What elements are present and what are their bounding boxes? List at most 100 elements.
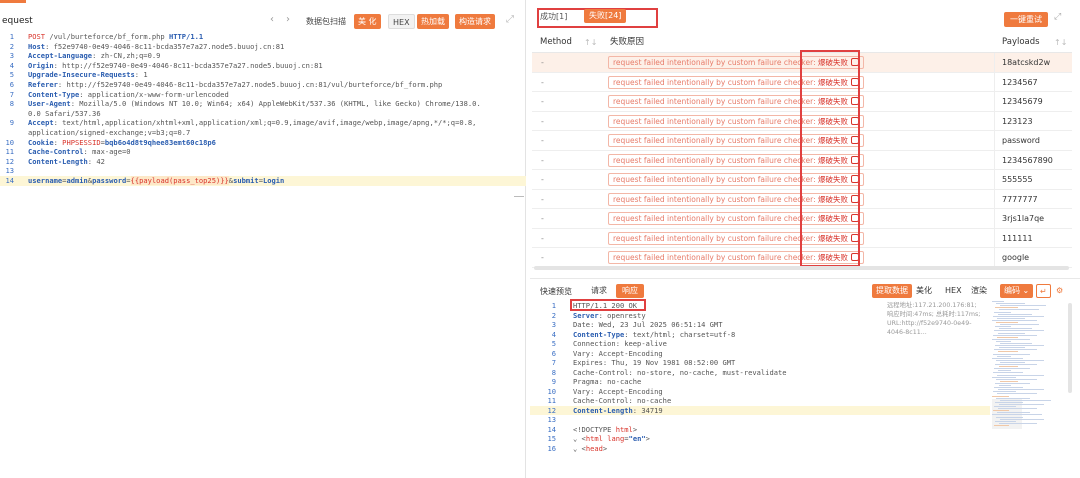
code-text: Vary: Accept-Encoding [573, 348, 663, 358]
vertical-scrollbar[interactable] [1068, 303, 1072, 393]
line-number: 14 [547, 424, 556, 434]
code-text: application/signed-exchange;v=b3;q=0.7 [28, 127, 191, 137]
request-editor[interactable]: 1 POST /vul/burteforce/bf_form.php HTTP/1… [0, 32, 526, 186]
method-cell: - [541, 116, 544, 126]
code-line: 10 Cookie: PHPSESSID=bqb6o4d8t9qhee83emt6… [0, 138, 526, 148]
code-text: Connection: keep-alive [573, 339, 667, 348]
payload-cell: google [1002, 253, 1030, 262]
hex-button[interactable]: HEX [941, 284, 966, 298]
code-line: 0.0 Safari/537.36 [0, 109, 526, 119]
next-arrow-icon[interactable]: › [286, 14, 290, 25]
code-line: 12 Content-Length: 42 [0, 157, 526, 167]
line-number: 5 [551, 339, 556, 348]
build-request-button[interactable]: 构造请求 [455, 14, 495, 29]
expand-icon[interactable]: ⤢ [1054, 12, 1061, 22]
preview-label: 快速预览 [540, 287, 572, 296]
wrap-icon[interactable]: ↵ [1036, 284, 1051, 298]
code-line: 7 Expires: Thu, 19 Nov 1981 08:52:00 GMT [530, 358, 990, 368]
render-button[interactable]: 渲染 [967, 284, 991, 298]
method-cell: - [541, 58, 544, 67]
line-number: 5 [9, 70, 14, 80]
tab-success[interactable]: 成功[1] [540, 11, 567, 22]
code-text: Content-Length: 34719 [573, 405, 663, 415]
tab-request[interactable]: 请求 [585, 284, 613, 298]
code-line: 7 Content-Type: application/x-www-form-ur… [0, 90, 526, 100]
code-text: Server: openresty [573, 310, 646, 320]
code-line: 1 POST /vul/burteforce/bf_form.php HTTP/1… [0, 32, 526, 42]
code-text: ⌄ <html lang="en"> [573, 434, 650, 443]
line-number: 13 [547, 415, 556, 424]
method-cell: - [541, 253, 544, 262]
line-number: 12 [547, 405, 556, 415]
beautify-button[interactable]: 美化 [912, 284, 936, 298]
line-number: 15 [547, 434, 556, 443]
sort-icon[interactable]: ↑↓ [1054, 32, 1067, 53]
code-text: 0.0 Safari/537.36 [28, 108, 101, 118]
result-tabs: 成功[1] 失败[24] 一键重试 ⤢ [530, 8, 1080, 30]
code-text: Date: Wed, 23 Jul 2025 06:51:14 GMT [573, 320, 723, 329]
beautify-button[interactable]: 美 化 [354, 14, 381, 29]
code-text: Host: f52e9740-0e49-4046-8c11-bcda357e7a… [28, 41, 285, 51]
line-number: 6 [551, 348, 556, 358]
response-meta: 远程地址:117.21.200.176:81; 响应时间:47ms; 总耗时:1… [887, 302, 981, 336]
line-number: 6 [9, 79, 14, 89]
code-line: application/signed-exchange;v=b3;q=0.7 [0, 128, 526, 138]
method-cell: - [541, 97, 544, 106]
line-number: 16 [547, 443, 556, 453]
expand-icon[interactable]: ⤢ [506, 14, 514, 25]
line-number: 11 [547, 396, 556, 405]
prev-arrow-icon[interactable]: ‹ [270, 14, 274, 25]
code-line: 11 Cache-Control: no-cache [530, 396, 990, 406]
column-header-payloads[interactable]: Payloads [1002, 32, 1040, 53]
gear-icon[interactable]: ⚙ [1052, 284, 1067, 298]
code-line: 6 Referer: http://f52e9740-0e49-4046-8c11… [0, 80, 526, 90]
code-line: 4 Origin: http://f52e9740-0e49-4046-8c11-… [0, 61, 526, 71]
column-header-reason[interactable]: 失败原因 [610, 32, 644, 53]
tab-response[interactable]: 响应 [616, 284, 644, 298]
horizontal-scrollbar[interactable] [534, 266, 1069, 270]
code-text: Expires: Thu, 19 Nov 1981 08:52:00 GMT [573, 358, 736, 367]
code-text: Referer: http://f52e9740-0e49-4046-8c11-… [28, 79, 443, 89]
code-line: 3 Accept-Language: zh-CN,zh;q=0.9 [0, 51, 526, 61]
code-line: 5 Connection: keep-alive [530, 339, 990, 349]
column-header-method[interactable]: Method [540, 32, 572, 53]
sort-icon[interactable]: ↑↓ [584, 32, 597, 53]
results-panel: 成功[1] 失败[24] 一键重试 ⤢ Method ↑↓ 失败原因 Paylo… [530, 0, 1080, 478]
code-text: POST /vul/burteforce/bf_form.php HTTP/1.… [28, 32, 204, 41]
code-text: Upgrade-Insecure-Requests: 1 [28, 70, 148, 80]
payload-cell: 7777777 [1002, 194, 1038, 204]
code-line: 12 Content-Length: 34719 [530, 405, 990, 415]
line-number: 3 [551, 320, 556, 329]
method-cell: - [541, 233, 544, 243]
code-line: 2 Host: f52e9740-0e49-4046-8c11-bcda357e7… [0, 42, 526, 52]
packet-scan-button[interactable]: 数据包扫描 [302, 14, 350, 29]
line-number: 7 [551, 358, 556, 367]
line-number: 3 [9, 51, 14, 61]
line-number: 8 [9, 99, 14, 109]
method-cell: - [541, 77, 544, 87]
line-number: 2 [551, 310, 556, 320]
splitter-handle[interactable] [514, 196, 524, 197]
payload-cell: 1234567 [1002, 77, 1038, 87]
code-text: Accept-Language: zh-CN,zh;q=0.9 [28, 51, 161, 61]
line-number: 13 [5, 166, 14, 176]
minimap[interactable] [992, 301, 1064, 431]
retry-all-button[interactable]: 一键重试 [1004, 12, 1048, 27]
hex-button[interactable]: HEX [388, 14, 415, 29]
fail-reason-highlight-box [800, 50, 860, 267]
request-toolbar: equest ‹ › 数据包扫描 美 化 HEX 热加载 构造请求 ⤢ [0, 10, 526, 32]
preview-toolbar: 快速预览 请求 响应 提取数据 美化 HEX 渲染 编码 ⌄ ↵ ⚙ [530, 282, 1080, 300]
code-text: Cache-Control: no-cache [573, 396, 672, 405]
code-text: Pragma: no-cache [573, 377, 642, 386]
encoding-dropdown[interactable]: 编码 ⌄ [1000, 284, 1034, 298]
code-text: Vary: Accept-Encoding [573, 386, 663, 396]
payload-cell: 111111 [1002, 233, 1033, 243]
extract-data-button[interactable]: 提取数据 [872, 284, 912, 298]
hot-load-button[interactable]: 热加载 [417, 14, 449, 29]
line-number: 12 [5, 156, 14, 166]
code-text: ⌄ <head> [573, 443, 608, 453]
payload-cell: 123123 [1002, 116, 1033, 126]
tab-fail[interactable]: 失败[24] [584, 9, 627, 23]
method-cell: - [541, 155, 544, 165]
request-panel: equest ‹ › 数据包扫描 美 化 HEX 热加载 构造请求 ⤢ 1 POS… [0, 0, 526, 478]
